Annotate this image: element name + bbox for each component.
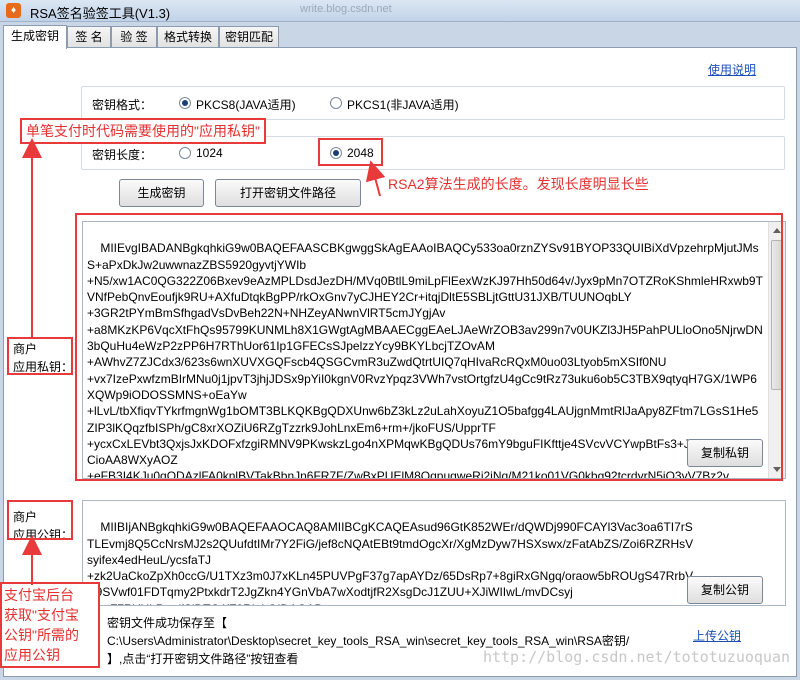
tab-generate-key[interactable]: 生成密钥 xyxy=(3,25,67,49)
annotation-arrows xyxy=(22,138,386,585)
arrow-length-note xyxy=(365,160,386,197)
